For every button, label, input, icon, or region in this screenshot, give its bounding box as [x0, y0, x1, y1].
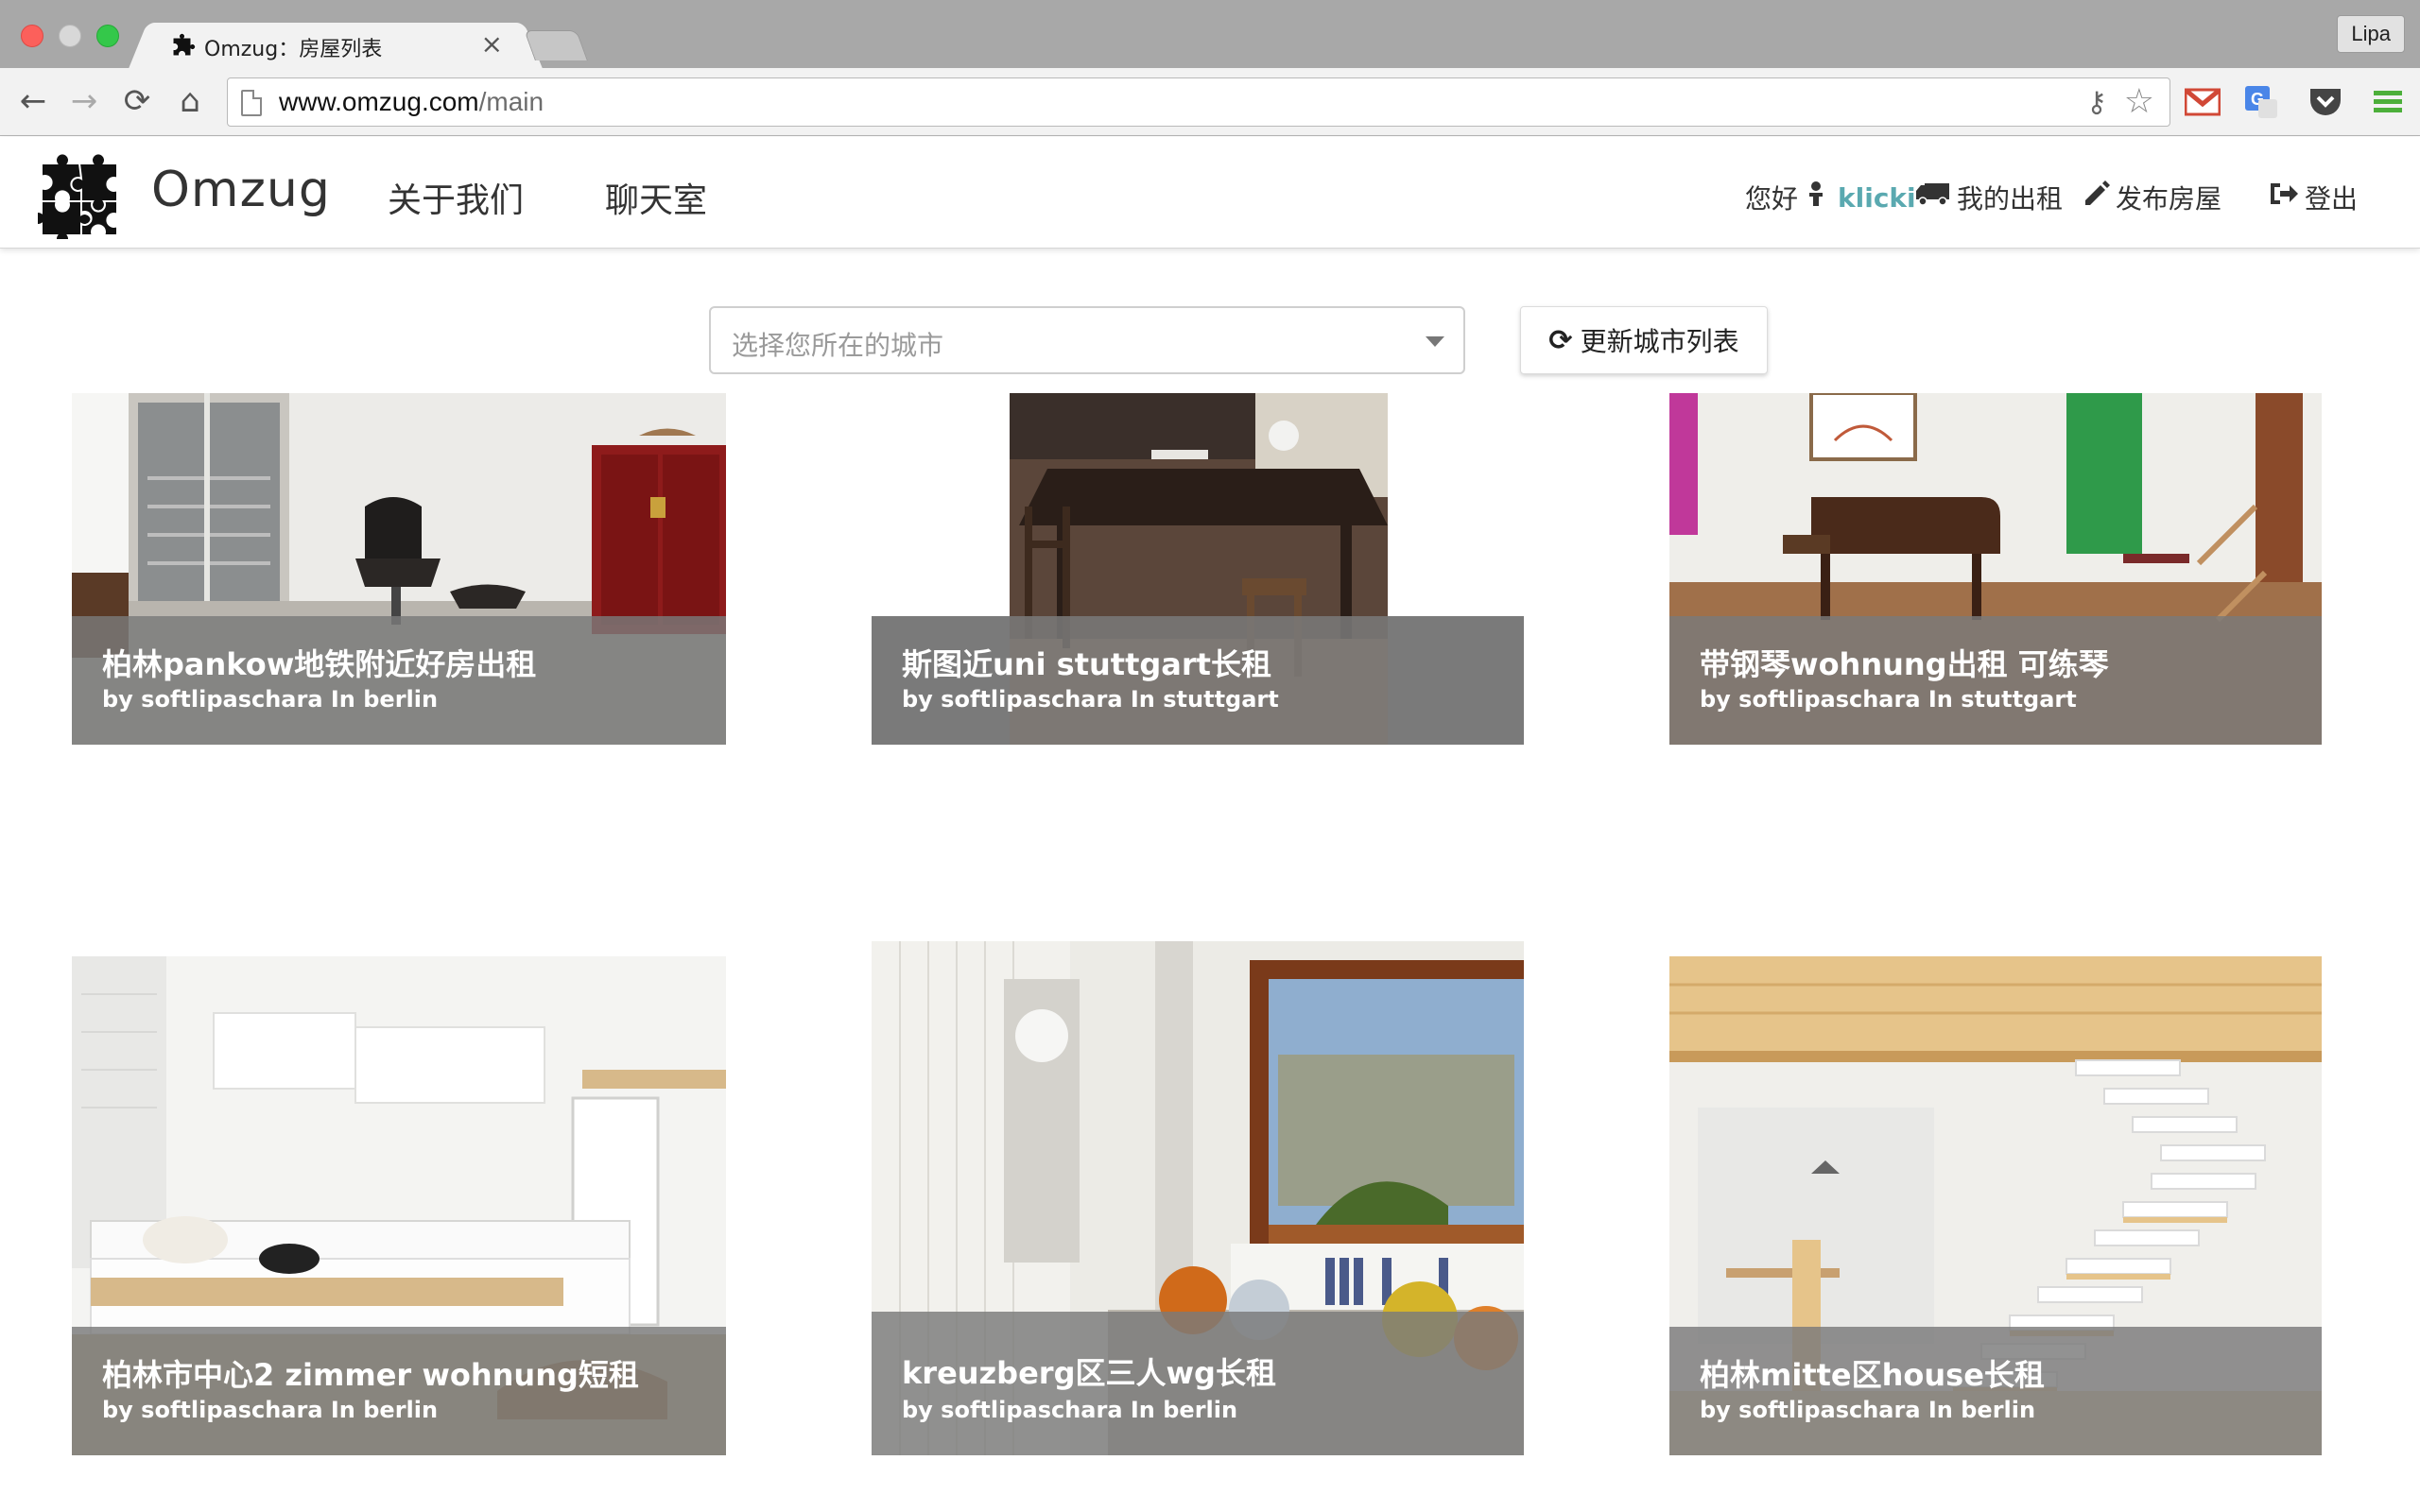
site-header: Omzug 关于我们 聊天室 您好 klicki 我的出租 发布房屋 登出	[0, 137, 2420, 249]
sign-out-icon	[2269, 180, 2299, 215]
greeting-text: 您好	[1745, 183, 1799, 215]
listing-caption: 柏林市中心2 zimmer wohnung短租 by softlipaschar…	[72, 1327, 726, 1455]
listing-byline: by softlipaschara In stuttgart	[902, 686, 1279, 713]
listing-caption: 斯图近uni stuttgart长租 by softlipaschara In …	[872, 616, 1524, 745]
user-greeting: 您好 klicki	[1745, 179, 1916, 216]
refresh-city-list-label: 更新城市列表	[1580, 326, 1739, 357]
listing-caption: 柏林mitte区house长租 by softlipaschara In ber…	[1669, 1327, 2322, 1455]
bookmark-star-icon[interactable]: ☆	[2124, 82, 2154, 121]
browser-tab[interactable]: Omzug：房屋列表 ×	[151, 23, 520, 68]
listing-card[interactable]: 斯图近uni stuttgart长租 by softlipaschara In …	[872, 393, 1524, 745]
listing-caption: 带钢琴wohnung出租 可练琴 by softlipaschara In st…	[1669, 616, 2322, 745]
listing-title[interactable]: 柏林pankow地铁附近好房出租	[102, 641, 536, 684]
puzzle-favicon-icon	[172, 32, 197, 57]
pencil-icon	[2082, 180, 2110, 215]
menu-hamburger-icon[interactable]	[2369, 83, 2407, 121]
listing-title[interactable]: kreuzberg区三人wg长租	[902, 1349, 1276, 1393]
gmail-extension-icon[interactable]	[2184, 83, 2221, 121]
listing-title[interactable]: 带钢琴wohnung出租 可练琴	[1700, 641, 2109, 684]
my-rentals-link[interactable]: 我的出租	[1915, 179, 2063, 216]
home-icon[interactable]: ⌂	[170, 81, 210, 121]
city-select[interactable]: 选择您所在的城市	[709, 306, 1465, 374]
puzzle-logo-icon[interactable]	[38, 154, 123, 239]
browser-titlebar: Omzug：房屋列表 × Lipa	[0, 0, 2420, 68]
address-bar[interactable]: www.omzug.com/main ⚷ ☆	[227, 77, 2170, 127]
post-house-link[interactable]: 发布房屋	[2082, 179, 2221, 216]
user-icon	[1807, 180, 1824, 215]
profile-button[interactable]: Lipa	[2337, 15, 2405, 53]
page-icon	[241, 90, 262, 116]
listing-caption: kreuzberg区三人wg长租 by softlipaschara In be…	[872, 1312, 1524, 1455]
listing-title[interactable]: 柏林市中心2 zimmer wohnung短租	[102, 1351, 639, 1395]
minimize-window-button[interactable]	[59, 25, 81, 47]
zoom-window-button[interactable]	[96, 25, 119, 47]
listing-card[interactable]: 带钢琴wohnung出租 可练琴 by softlipaschara In st…	[1669, 393, 2322, 745]
pocket-extension-icon[interactable]	[2307, 83, 2344, 121]
logout-link[interactable]: 登出	[2269, 179, 2358, 216]
forward-arrow-icon[interactable]: →	[64, 81, 104, 121]
listing-byline: by softlipaschara In stuttgart	[1700, 686, 2077, 713]
nav-about-us[interactable]: 关于我们	[388, 173, 524, 222]
city-select-placeholder: 选择您所在的城市	[732, 330, 944, 361]
browser-toolbar: ← → ⟳ ⌂ www.omzug.com/main ⚷ ☆ G	[0, 68, 2420, 136]
listing-byline: by softlipaschara In berlin	[102, 686, 439, 713]
listing-byline: by softlipaschara In berlin	[902, 1397, 1238, 1423]
logout-label: 登出	[2305, 183, 2359, 215]
listing-byline: by softlipaschara In berlin	[1700, 1397, 2036, 1423]
listing-title[interactable]: 斯图近uni stuttgart长租	[902, 641, 1271, 684]
listing-caption: 柏林pankow地铁附近好房出租 by softlipaschara In be…	[72, 616, 726, 745]
refresh-icon: ⟳	[1548, 323, 1573, 357]
listing-card[interactable]: 柏林pankow地铁附近好房出租 by softlipaschara In be…	[72, 393, 726, 745]
truck-icon	[1915, 180, 1951, 215]
back-arrow-icon[interactable]: ←	[13, 81, 53, 121]
translate-extension-icon[interactable]: G	[2242, 83, 2280, 121]
username-link[interactable]: klicki	[1838, 182, 1916, 214]
tab-title: Omzug：房屋列表	[204, 38, 383, 61]
my-rentals-label: 我的出租	[1957, 183, 2064, 215]
nav-chatroom[interactable]: 聊天室	[605, 173, 707, 222]
listing-card[interactable]: 柏林mitte区house长租 by softlipaschara In ber…	[1669, 956, 2322, 1455]
brand-name[interactable]: Omzug	[151, 162, 331, 218]
listing-card[interactable]: 柏林市中心2 zimmer wohnung短租 by softlipaschar…	[72, 956, 726, 1455]
listing-byline: by softlipaschara In berlin	[102, 1397, 439, 1423]
tab-close-icon[interactable]: ×	[481, 28, 503, 60]
chevron-down-icon	[1426, 336, 1444, 347]
listing-title[interactable]: 柏林mitte区house长租	[1700, 1351, 2045, 1395]
post-house-label: 发布房屋	[2116, 183, 2222, 215]
url-text[interactable]: www.omzug.com/main	[279, 87, 544, 117]
key-icon[interactable]: ⚷	[2086, 86, 2107, 119]
close-window-button[interactable]	[21, 25, 43, 47]
new-tab-button[interactable]	[524, 30, 588, 60]
refresh-city-list-button[interactable]: ⟳ 更新城市列表	[1520, 306, 1768, 374]
reload-icon[interactable]: ⟳	[117, 81, 157, 121]
listing-card[interactable]: kreuzberg区三人wg长租 by softlipaschara In be…	[872, 941, 1524, 1455]
